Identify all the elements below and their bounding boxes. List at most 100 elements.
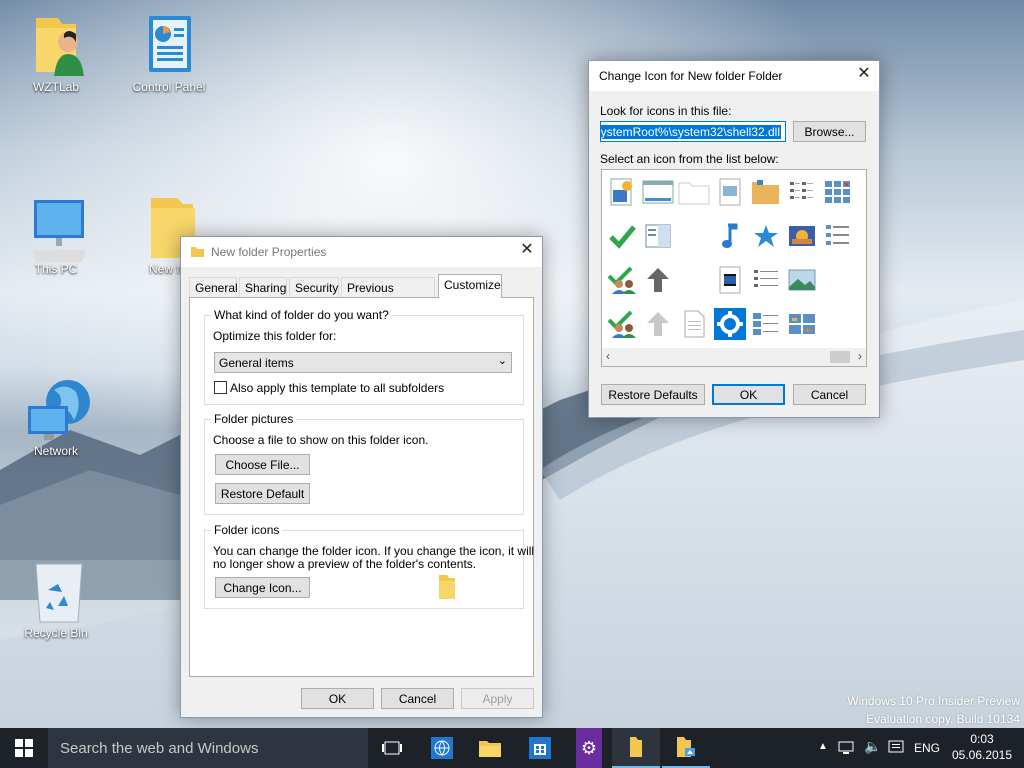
thumbnails-icon[interactable] (822, 176, 854, 208)
icon-file-input[interactable]: %SystemRoot%\system32\shell32.dll (600, 121, 786, 142)
pictures-icon[interactable] (786, 308, 818, 340)
choose-file-button[interactable]: Choose File... (215, 454, 310, 475)
close-button[interactable]: ✕ (512, 237, 542, 263)
desktop-icon-control-panel[interactable]: Control Panel (124, 12, 214, 94)
desktop-icon-recycle-bin[interactable]: Recycle Bin (11, 558, 101, 640)
computer-icon (32, 200, 86, 262)
users-check-icon[interactable] (606, 264, 638, 296)
list-icon[interactable] (822, 220, 854, 252)
horizontal-scrollbar[interactable]: ‹ › (602, 348, 866, 366)
task-view-button[interactable] (376, 728, 408, 768)
network-status-icon[interactable] (838, 740, 856, 756)
icon-list[interactable]: ‹ › (601, 169, 867, 367)
folder-open-icon[interactable] (750, 176, 782, 208)
properties-tabs: General Sharing Security Previous Versio… (189, 274, 539, 315)
tab-panel: What kind of folder do you want? Optimiz… (189, 297, 534, 677)
browse-button[interactable]: Browse... (793, 121, 866, 142)
clock[interactable]: 0:03 05.06.2015 (948, 731, 1016, 763)
users-check-icon[interactable] (606, 308, 638, 340)
document-icon[interactable] (678, 308, 710, 340)
tab-security[interactable]: Security (289, 277, 339, 297)
folder-kind-legend: What kind of folder do you want? (211, 308, 392, 322)
details-view-icon[interactable] (786, 176, 818, 208)
desktop-icon-label: Network (33, 444, 78, 458)
ok-button[interactable]: OK (712, 384, 785, 405)
gear-icon[interactable] (714, 308, 746, 340)
cancel-button[interactable]: Cancel (381, 688, 454, 709)
clock-time: 0:03 (970, 732, 994, 746)
photo-icon[interactable] (786, 220, 818, 252)
change-icon-button[interactable]: Change Icon... (215, 577, 310, 598)
cancel-button[interactable]: Cancel (793, 384, 866, 405)
change-icon-title: Change Icon for New folder Folder (599, 69, 783, 83)
properties-titlebar[interactable]: New folder Properties ✕ (181, 237, 542, 267)
select-icon-label: Select an icon from the list below: (600, 152, 779, 166)
taskbar-store[interactable] (524, 728, 556, 768)
folder-pictures-group: Folder pictures Choose a file to show on… (204, 412, 524, 515)
search-box[interactable]: Search the web and Windows (48, 728, 368, 768)
media-icon[interactable] (606, 176, 638, 208)
scrollbar-thumb[interactable] (830, 351, 850, 363)
folder-icon (630, 737, 642, 757)
properties-title: New folder Properties (211, 245, 327, 259)
scroll-left-icon[interactable]: ‹ (606, 349, 610, 363)
globe-icon (431, 737, 453, 759)
change-icon-titlebar[interactable]: Change Icon for New folder Folder ✕ (589, 61, 879, 91)
desktop-icon-this-pc[interactable]: This PC (11, 194, 101, 276)
close-button[interactable]: ✕ (849, 61, 879, 87)
scroll-right-icon[interactable]: › (858, 349, 862, 363)
tab-sharing[interactable]: Sharing (239, 277, 287, 297)
recycle-bin-icon (35, 563, 83, 623)
watermark-line2: Evaluation copy. Build 10134 (866, 712, 1020, 726)
desktop-icon-network[interactable]: Network (11, 376, 101, 458)
folder-kind-group: What kind of folder do you want? Optimiz… (204, 308, 524, 405)
optimize-select[interactable]: General items ⌄ (214, 352, 512, 373)
look-for-icons-label: Look for icons in this file: (600, 104, 732, 118)
panel-icon[interactable] (642, 220, 674, 252)
volume-icon[interactable]: 🔈 (864, 738, 881, 755)
music-note-icon[interactable] (714, 220, 746, 252)
picture-list-icon[interactable] (750, 308, 782, 340)
taskbar: Search the web and Windows ⚙ ▲ 🔈 ENG 0:0… (0, 728, 1024, 768)
change-icon-window: Change Icon for New folder Folder ✕ Look… (588, 60, 880, 418)
tab-customize[interactable]: Customize (438, 274, 502, 298)
taskbar-file-explorer[interactable] (474, 728, 506, 768)
desktop-icon-label: Control Panel (132, 80, 206, 94)
language-indicator[interactable]: ENG (914, 741, 940, 755)
folder-pictures-legend: Folder pictures (211, 412, 297, 426)
restore-defaults-button[interactable]: Restore Defaults (601, 384, 705, 405)
taskbar-folder-window[interactable] (612, 728, 660, 768)
film-icon[interactable] (714, 264, 746, 296)
list-view-icon[interactable] (750, 264, 782, 296)
folder-preview-icon (439, 575, 455, 599)
tab-previous-versions[interactable]: Previous Versions (341, 277, 435, 315)
apply-button[interactable]: Apply (461, 688, 534, 709)
landscape-icon[interactable] (786, 264, 818, 296)
control-panel-icon (149, 16, 191, 72)
action-center-icon[interactable] (888, 740, 904, 756)
windows-logo-icon (15, 739, 33, 757)
picture-document-icon[interactable] (714, 176, 746, 208)
blank-folder-icon[interactable] (678, 176, 710, 208)
taskbar-settings[interactable]: ⚙ (576, 728, 602, 768)
icon-grid (602, 170, 866, 348)
ok-button[interactable]: OK (301, 688, 374, 709)
user-folder-icon (36, 18, 84, 78)
up-arrow-gray-icon[interactable] (642, 308, 674, 340)
checkmark-icon[interactable] (606, 220, 638, 252)
subfolders-checkbox[interactable] (214, 381, 227, 394)
search-placeholder: Search the web and Windows (60, 740, 259, 757)
folder-icon (191, 247, 204, 257)
subfolders-checkbox-label: Also apply this template to all subfolde… (230, 381, 445, 395)
desktop-icon-wztlab[interactable]: WZTLab (11, 12, 101, 94)
tab-general[interactable]: General (189, 277, 238, 297)
watermark-line1: Windows 10 Pro Insider Preview (847, 694, 1020, 708)
start-button[interactable] (0, 728, 48, 768)
show-hidden-icons-icon[interactable]: ▲ (818, 741, 828, 752)
restore-default-button[interactable]: Restore Default (215, 483, 310, 504)
taskbar-edge-browser[interactable] (426, 728, 458, 768)
up-arrow-icon[interactable] (642, 264, 674, 296)
taskbar-folder-properties[interactable] (662, 728, 710, 768)
star-icon[interactable] (750, 220, 782, 252)
window-icon[interactable] (642, 176, 674, 208)
